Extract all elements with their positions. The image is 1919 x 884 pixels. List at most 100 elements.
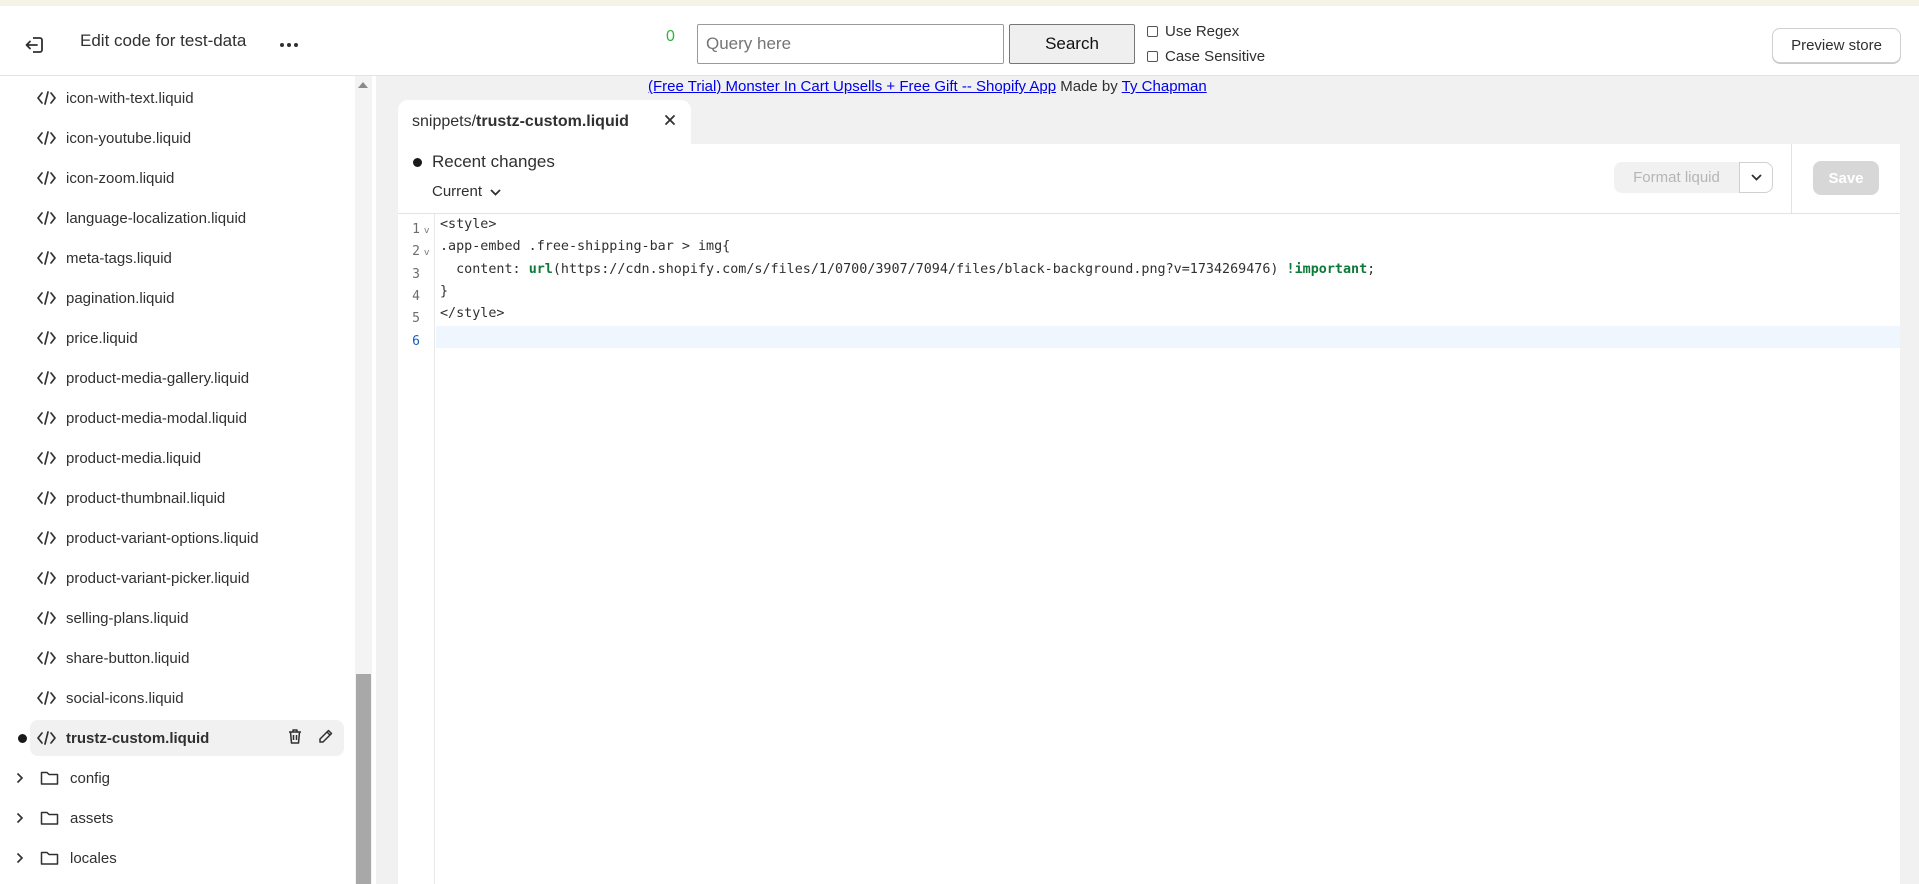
format-liquid-button[interactable]: Format liquid [1614,162,1739,193]
fold-toggle-icon[interactable]: v [424,248,429,258]
sidebar-folder-locales[interactable]: locales [16,840,117,876]
chevron-right-icon [16,772,30,784]
sidebar-file-label: product-media-modal.liquid [66,409,247,427]
code-line-2: .app-embed .free-shipping-bar > img{ [440,239,731,254]
code-file-icon [37,491,58,505]
sidebar-file-item[interactable]: product-media-modal.liquid [30,400,344,436]
code-semicolon: ; [1367,262,1376,277]
use-regex-option[interactable]: Use Regex [1147,23,1239,40]
made-by-label: Made by [1060,78,1118,95]
rename-file-icon[interactable] [317,728,334,749]
search-button[interactable]: Search [1009,24,1135,64]
line-number: 1 [412,222,420,237]
code-file-icon [37,291,58,305]
search-match-count: 0 [666,28,675,45]
top-bar: Edit code for test-data 0 Search Use Reg… [0,0,1919,76]
code-line-1: <style> [440,217,497,232]
folder-icon [40,810,60,826]
sidebar-file-label: product-variant-options.liquid [66,529,259,547]
sidebar-file-label: icon-with-text.liquid [66,89,194,107]
active-line-highlight [436,326,1900,348]
sidebar-folder-label: locales [70,849,117,867]
sidebar-file-item[interactable]: trustz-custom.liquid [30,720,344,756]
sidebar-file-item[interactable]: product-thumbnail.liquid [30,480,344,516]
unsaved-file-dot-icon [18,734,27,743]
code-file-icon [37,371,58,385]
search-input[interactable] [697,24,1004,64]
sidebar-file-item[interactable]: selling-plans.liquid [30,600,344,636]
code-file-icon [37,171,58,185]
sidebar-file-item[interactable]: icon-zoom.liquid [30,160,344,196]
scroll-up-arrow-icon[interactable] [358,82,368,88]
code-line-3: content: url(https://cdn.shopify.com/s/f… [440,259,1375,281]
sidebar-file-item[interactable]: product-media-gallery.liquid [30,360,344,396]
sidebar-file-item[interactable]: product-variant-options.liquid [30,520,344,556]
code-file-icon [37,531,58,545]
delete-file-icon[interactable] [287,728,303,749]
sidebar-file-item[interactable]: language-localization.liquid [30,200,344,236]
recent-changes-title: Recent changes [432,152,555,171]
sidebar-file-item[interactable]: product-media.liquid [30,440,344,476]
code-url-argument: (https://cdn.shopify.com/s/files/1/0700/… [552,262,1287,277]
case-sensitive-option[interactable]: Case Sensitive [1147,48,1265,65]
code-file-icon [37,611,58,625]
sidebar-file-label: pagination.liquid [66,289,175,307]
sidebar-folder-label: config [70,769,111,787]
preview-store-button[interactable]: Preview store [1772,28,1901,63]
fold-toggle-icon[interactable]: v [424,226,429,236]
author-link[interactable]: Ty Chapman [1122,78,1207,95]
exit-icon[interactable] [20,30,50,60]
sidebar-file-item[interactable]: social-icons.liquid [30,680,344,716]
sidebar-file-label: product-media-gallery.liquid [66,369,250,387]
code-area[interactable]: <style> .app-embed .free-shipping-bar > … [436,214,1900,884]
sidebar-file-label: product-variant-picker.liquid [66,569,250,587]
sidebar-file-label: product-thumbnail.liquid [66,489,226,507]
chevron-right-icon [16,852,30,864]
sidebar-file-item[interactable]: price.liquid [30,320,344,356]
chevron-down-icon [490,183,501,200]
sidebar-file-item[interactable]: icon-youtube.liquid [30,120,344,156]
sidebar-folder-config[interactable]: config [16,760,110,796]
format-options-chevron-icon[interactable] [1739,162,1773,193]
sidebar-folder-assets[interactable]: assets [16,800,113,836]
chevron-right-icon [16,812,30,824]
sidebar-file-label: selling-plans.liquid [66,609,189,627]
code-file-icon [37,451,58,465]
code-file-icon [37,211,58,225]
code-file-icon [37,251,58,265]
use-regex-checkbox[interactable] [1147,26,1158,37]
case-sensitive-label: Case Sensitive [1165,48,1266,65]
code-file-icon [37,331,58,345]
line-number-gutter: 1 2 3 4 5 6 v v [398,214,435,884]
line-number: 6 [412,334,420,349]
case-sensitive-checkbox[interactable] [1147,51,1158,62]
sidebar-file-item[interactable]: product-variant-picker.liquid [30,560,344,596]
code-line-5: </style> [440,306,505,321]
sidebar-file-item[interactable]: meta-tags.liquid [30,240,344,276]
sidebar-file-label: share-button.liquid [66,649,190,667]
line-number: 5 [412,311,420,326]
tab-trustz-custom[interactable]: snippets/trustz-custom.liquid [398,100,691,144]
close-tab-icon[interactable] [663,113,677,132]
sidebar-file-label: price.liquid [66,329,138,347]
unsaved-dot-icon [413,158,422,167]
save-button[interactable]: Save [1813,161,1879,195]
sidebar-file-item[interactable]: pagination.liquid [30,280,344,316]
sidebar-file-item[interactable]: icon-with-text.liquid [30,80,344,116]
code-important-keyword: !important [1286,262,1368,277]
file-actions [287,728,334,749]
sidebar-file-label: icon-youtube.liquid [66,129,192,147]
sidebar-scroll-thumb[interactable] [356,674,371,884]
tab-filename: trustz-custom.liquid [476,113,629,130]
sidebar-file-item[interactable]: share-button.liquid [30,640,344,676]
code-url-function: url [528,262,553,277]
app-banner: (Free Trial) Monster In Cart Upsells + F… [648,78,1207,95]
code-file-icon [37,731,58,745]
code-file-icon [37,411,58,425]
code-file-icon [37,91,58,105]
more-actions-icon[interactable] [276,32,302,58]
code-file-icon [37,571,58,585]
app-banner-link[interactable]: (Free Trial) Monster In Cart Upsells + F… [648,78,1056,95]
version-selector[interactable]: Current [432,183,501,200]
sidebar-file-label: social-icons.liquid [66,689,184,707]
